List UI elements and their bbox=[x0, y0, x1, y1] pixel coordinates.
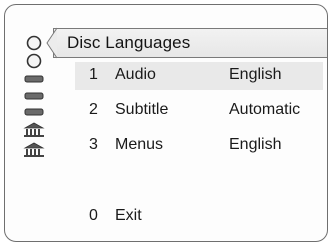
menu-item-label: Menus bbox=[115, 136, 164, 153]
menu-screen: Disc Languages 1 Audio English 2 Subtitl… bbox=[4, 4, 328, 242]
menu-item-exit[interactable]: 0 Exit bbox=[75, 203, 323, 231]
building-icon[interactable] bbox=[19, 142, 49, 158]
tape-icon[interactable] bbox=[19, 92, 49, 100]
menu-item-number: 3 bbox=[89, 136, 98, 153]
menu-item-label: Exit bbox=[115, 207, 142, 224]
menu-item-label: Subtitle bbox=[115, 101, 169, 118]
menu-item-value: English bbox=[229, 66, 282, 83]
menu-item-subtitle[interactable]: 2 Subtitle Automatic bbox=[75, 97, 323, 125]
menu-item-number: 1 bbox=[89, 66, 98, 83]
page-title: Disc Languages bbox=[67, 33, 191, 52]
building-icon[interactable] bbox=[19, 122, 49, 138]
tape-icon[interactable] bbox=[19, 108, 49, 116]
menu-item-menus[interactable]: 3 Menus English bbox=[75, 132, 323, 160]
tape-icon[interactable] bbox=[19, 75, 49, 83]
menu-item-number: 2 bbox=[89, 101, 98, 118]
menu-item-value: Automatic bbox=[229, 101, 301, 118]
menu-item-label: Audio bbox=[115, 66, 156, 83]
menu-item-value: English bbox=[229, 136, 282, 153]
title-pointer bbox=[46, 27, 57, 59]
menu-item-number: 0 bbox=[89, 207, 98, 224]
menu-item-audio[interactable]: 1 Audio English bbox=[75, 62, 323, 90]
